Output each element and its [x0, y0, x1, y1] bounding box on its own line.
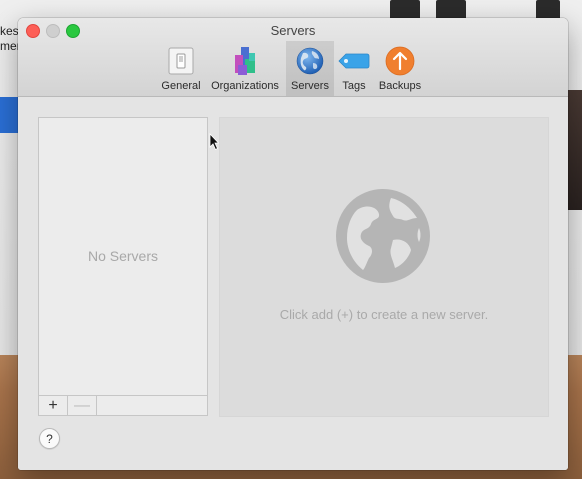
toolbar-label: Organizations — [211, 80, 279, 92]
preferences-window: Servers General Organizations Servers Ta… — [18, 18, 568, 470]
general-switch-icon — [164, 44, 198, 78]
toolbar-label: Servers — [291, 80, 329, 92]
organizations-blocks-icon — [228, 44, 262, 78]
toolbar-item-tags[interactable]: Tags — [338, 41, 370, 96]
toolbar-label: General — [161, 80, 201, 92]
empty-list-text: No Servers — [87, 248, 159, 264]
background-dark-window-edge — [568, 90, 582, 210]
servers-pane: No Servers + — Click add (+) to create a… — [18, 97, 568, 470]
server-list-footer: + — — [38, 395, 208, 416]
toolbar-item-organizations[interactable]: Organizations — [208, 41, 282, 96]
remove-server-button[interactable]: — — [68, 396, 97, 415]
server-list[interactable]: No Servers — [38, 117, 208, 396]
toolbar-label: Backups — [378, 80, 422, 92]
toolbar-item-backups[interactable]: Backups — [374, 41, 426, 96]
window-title: Servers — [270, 23, 316, 38]
window-titlebar: Servers General Organizations Servers Ta… — [18, 18, 568, 97]
globe-icon — [293, 44, 327, 78]
tag-icon — [337, 44, 371, 78]
detail-hint-text: Click add (+) to create a new server. — [279, 307, 489, 322]
backup-arrow-icon — [383, 44, 417, 78]
add-server-button[interactable]: + — [39, 396, 68, 415]
placeholder-globe-icon — [335, 188, 431, 284]
toolbar-label: Tags — [342, 80, 366, 92]
toolbar-item-servers[interactable]: Servers — [286, 41, 334, 96]
background-selection-strip — [0, 97, 18, 133]
server-detail-pane: Click add (+) to create a new server. — [219, 117, 549, 417]
mouse-cursor-icon — [209, 133, 219, 151]
toolbar-item-general[interactable]: General — [158, 41, 204, 96]
help-button[interactable]: ? — [39, 428, 60, 449]
